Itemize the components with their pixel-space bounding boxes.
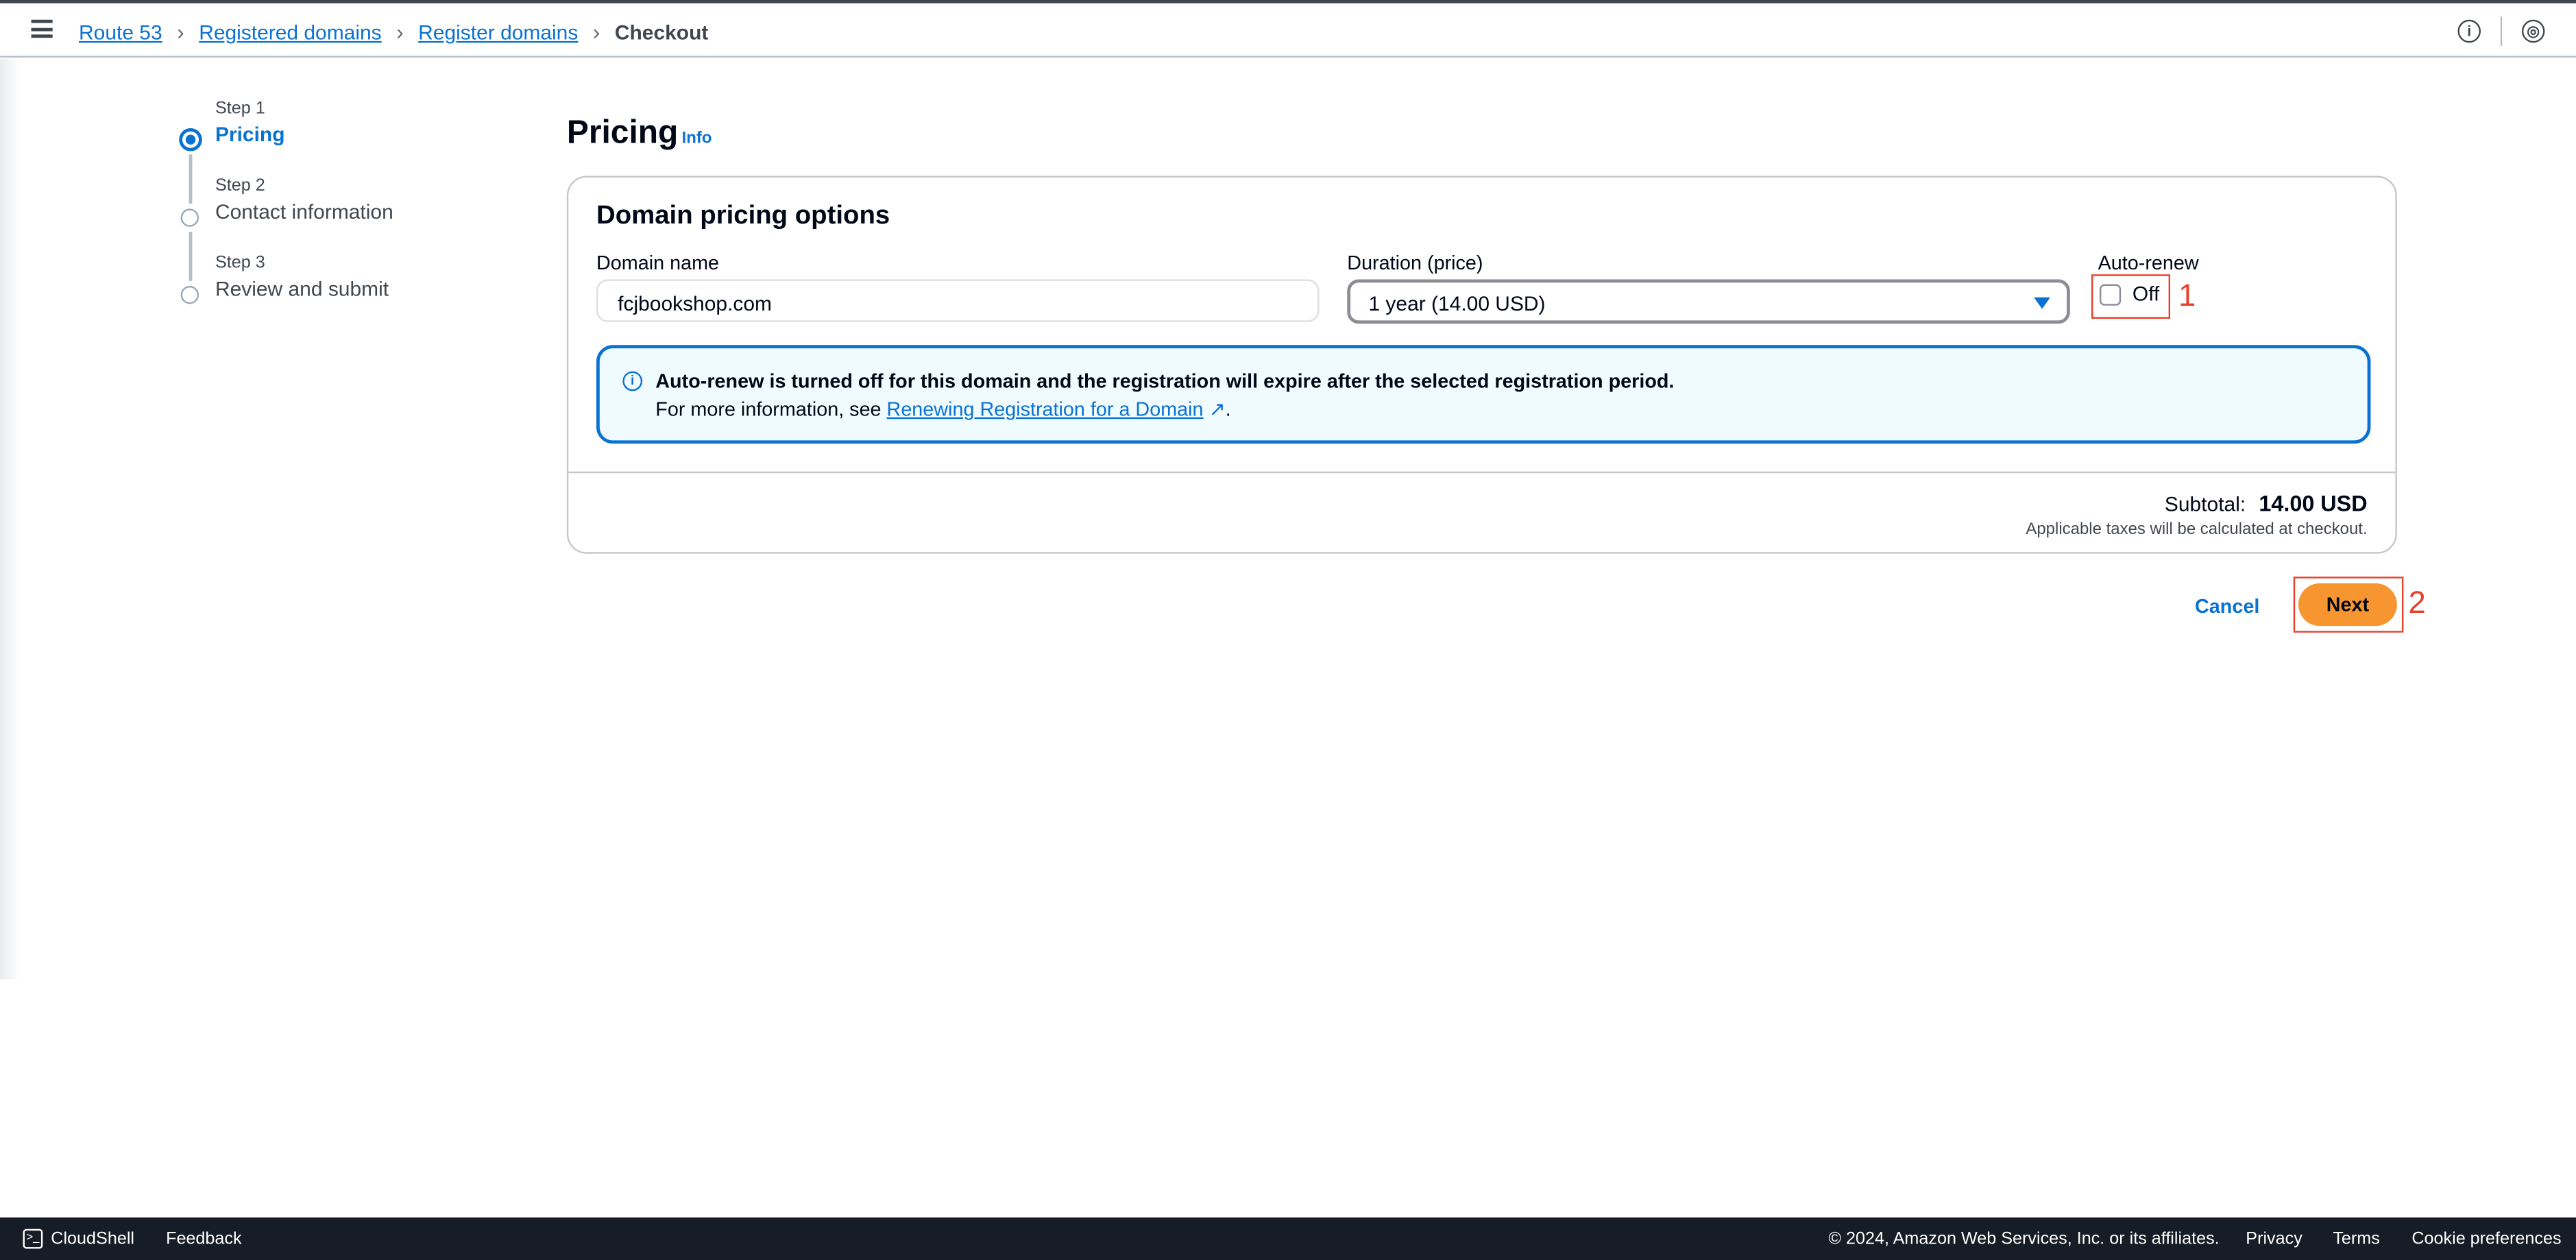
feedback-link[interactable]: Feedback [166,1229,242,1249]
duration-select[interactable]: 1 year (14.00 USD) [1347,279,2070,324]
caret-down-icon [2034,297,2051,309]
info-icon: i [622,371,643,391]
domain-pricing-card: Domain pricing options Domain name fcjbo… [566,175,2397,554]
annotation-number-2: 2 [2408,586,2426,621]
step-label: Step 2 [215,175,265,196]
annotation-number-1: 1 [2178,279,2196,314]
chevron-right-icon: › [177,19,184,45]
step-name: Pricing [215,123,285,147]
step-inactive-icon [180,208,199,227]
step-pricing[interactable]: Step 1 Pricing [178,98,393,204]
step-inactive-icon [180,286,199,304]
card-title: Domain pricing options [596,202,890,230]
renewing-registration-link[interactable]: Renewing Registration for a Domain [887,398,1204,421]
divider [2500,16,2503,47]
top-bar: Route 53 › Registered domains › Register… [0,0,2576,58]
subtotal-label: Subtotal: [2164,493,2246,516]
subtotal-value: 14.00 USD [2259,491,2368,516]
duration-label: Duration (price) [1347,251,1483,275]
page-title: Pricing [566,114,679,152]
breadcrumb-route53[interactable]: Route 53 [79,21,162,44]
cloudshell-icon[interactable]: >_ [23,1228,43,1249]
breadcrumb: Route 53 › Registered domains › Register… [79,20,708,45]
auto-renew-label: Auto-renew [2098,251,2199,275]
step-contact: Step 2 Contact information [178,175,393,281]
alert-suffix: . [1225,398,1231,421]
chevron-right-icon: › [592,19,600,45]
terms-link[interactable]: Terms [2333,1229,2380,1249]
cookie-preferences-link[interactable]: Cookie preferences [2411,1229,2561,1249]
info-alert: i Auto-renew is turned off for this doma… [596,345,2371,444]
side-shadow [0,59,20,980]
annotation-box-1 [2091,274,2171,319]
cancel-button[interactable]: Cancel [2195,595,2259,618]
alert-title: Auto-renew is turned off for this domain… [655,369,1675,393]
duration-value: 1 year (14.00 USD) [1368,292,1546,316]
page: Route 53 › Registered domains › Register… [0,0,2576,1260]
step-active-icon [179,128,202,152]
subtotal: Subtotal: 14.00 USD [2165,492,2368,516]
settings-icon[interactable]: ◎ [2521,19,2545,43]
annotation-box-2 [2293,577,2404,633]
footer: >_ CloudShell Feedback © 2024, Amazon We… [0,1217,2576,1260]
cloudshell-link[interactable]: CloudShell [51,1229,134,1249]
step-label: Step 3 [215,253,265,273]
copyright: © 2024, Amazon Web Services, Inc. or its… [1828,1228,2220,1249]
domain-name-field[interactable]: fcjbookshop.com [596,279,1320,322]
info-link[interactable]: Info [682,130,712,147]
alert-body: For more information, see Renewing Regis… [655,398,1230,421]
wizard-steps: Step 1 Pricing Step 2 Contact informatio… [178,99,393,330]
breadcrumb-registered-domains[interactable]: Registered domains [199,21,381,44]
divider [568,471,2396,474]
chevron-right-icon: › [396,19,404,45]
step-review: Step 3 Review and submit [178,253,393,330]
external-link-icon: ↗ [1208,398,1226,421]
tax-note: Applicable taxes will be calculated at c… [2026,520,2368,540]
domain-name-label: Domain name [596,251,720,275]
breadcrumb-current: Checkout [614,20,709,44]
info-icon[interactable]: i [2457,19,2481,43]
step-name: Contact information [215,200,393,223]
step-label: Step 1 [215,98,265,119]
menu-icon[interactable] [31,19,53,38]
privacy-link[interactable]: Privacy [2246,1229,2302,1249]
breadcrumb-register-domains[interactable]: Register domains [418,21,578,44]
step-name: Review and submit [215,278,389,301]
alert-text: For more information, see [655,398,887,421]
